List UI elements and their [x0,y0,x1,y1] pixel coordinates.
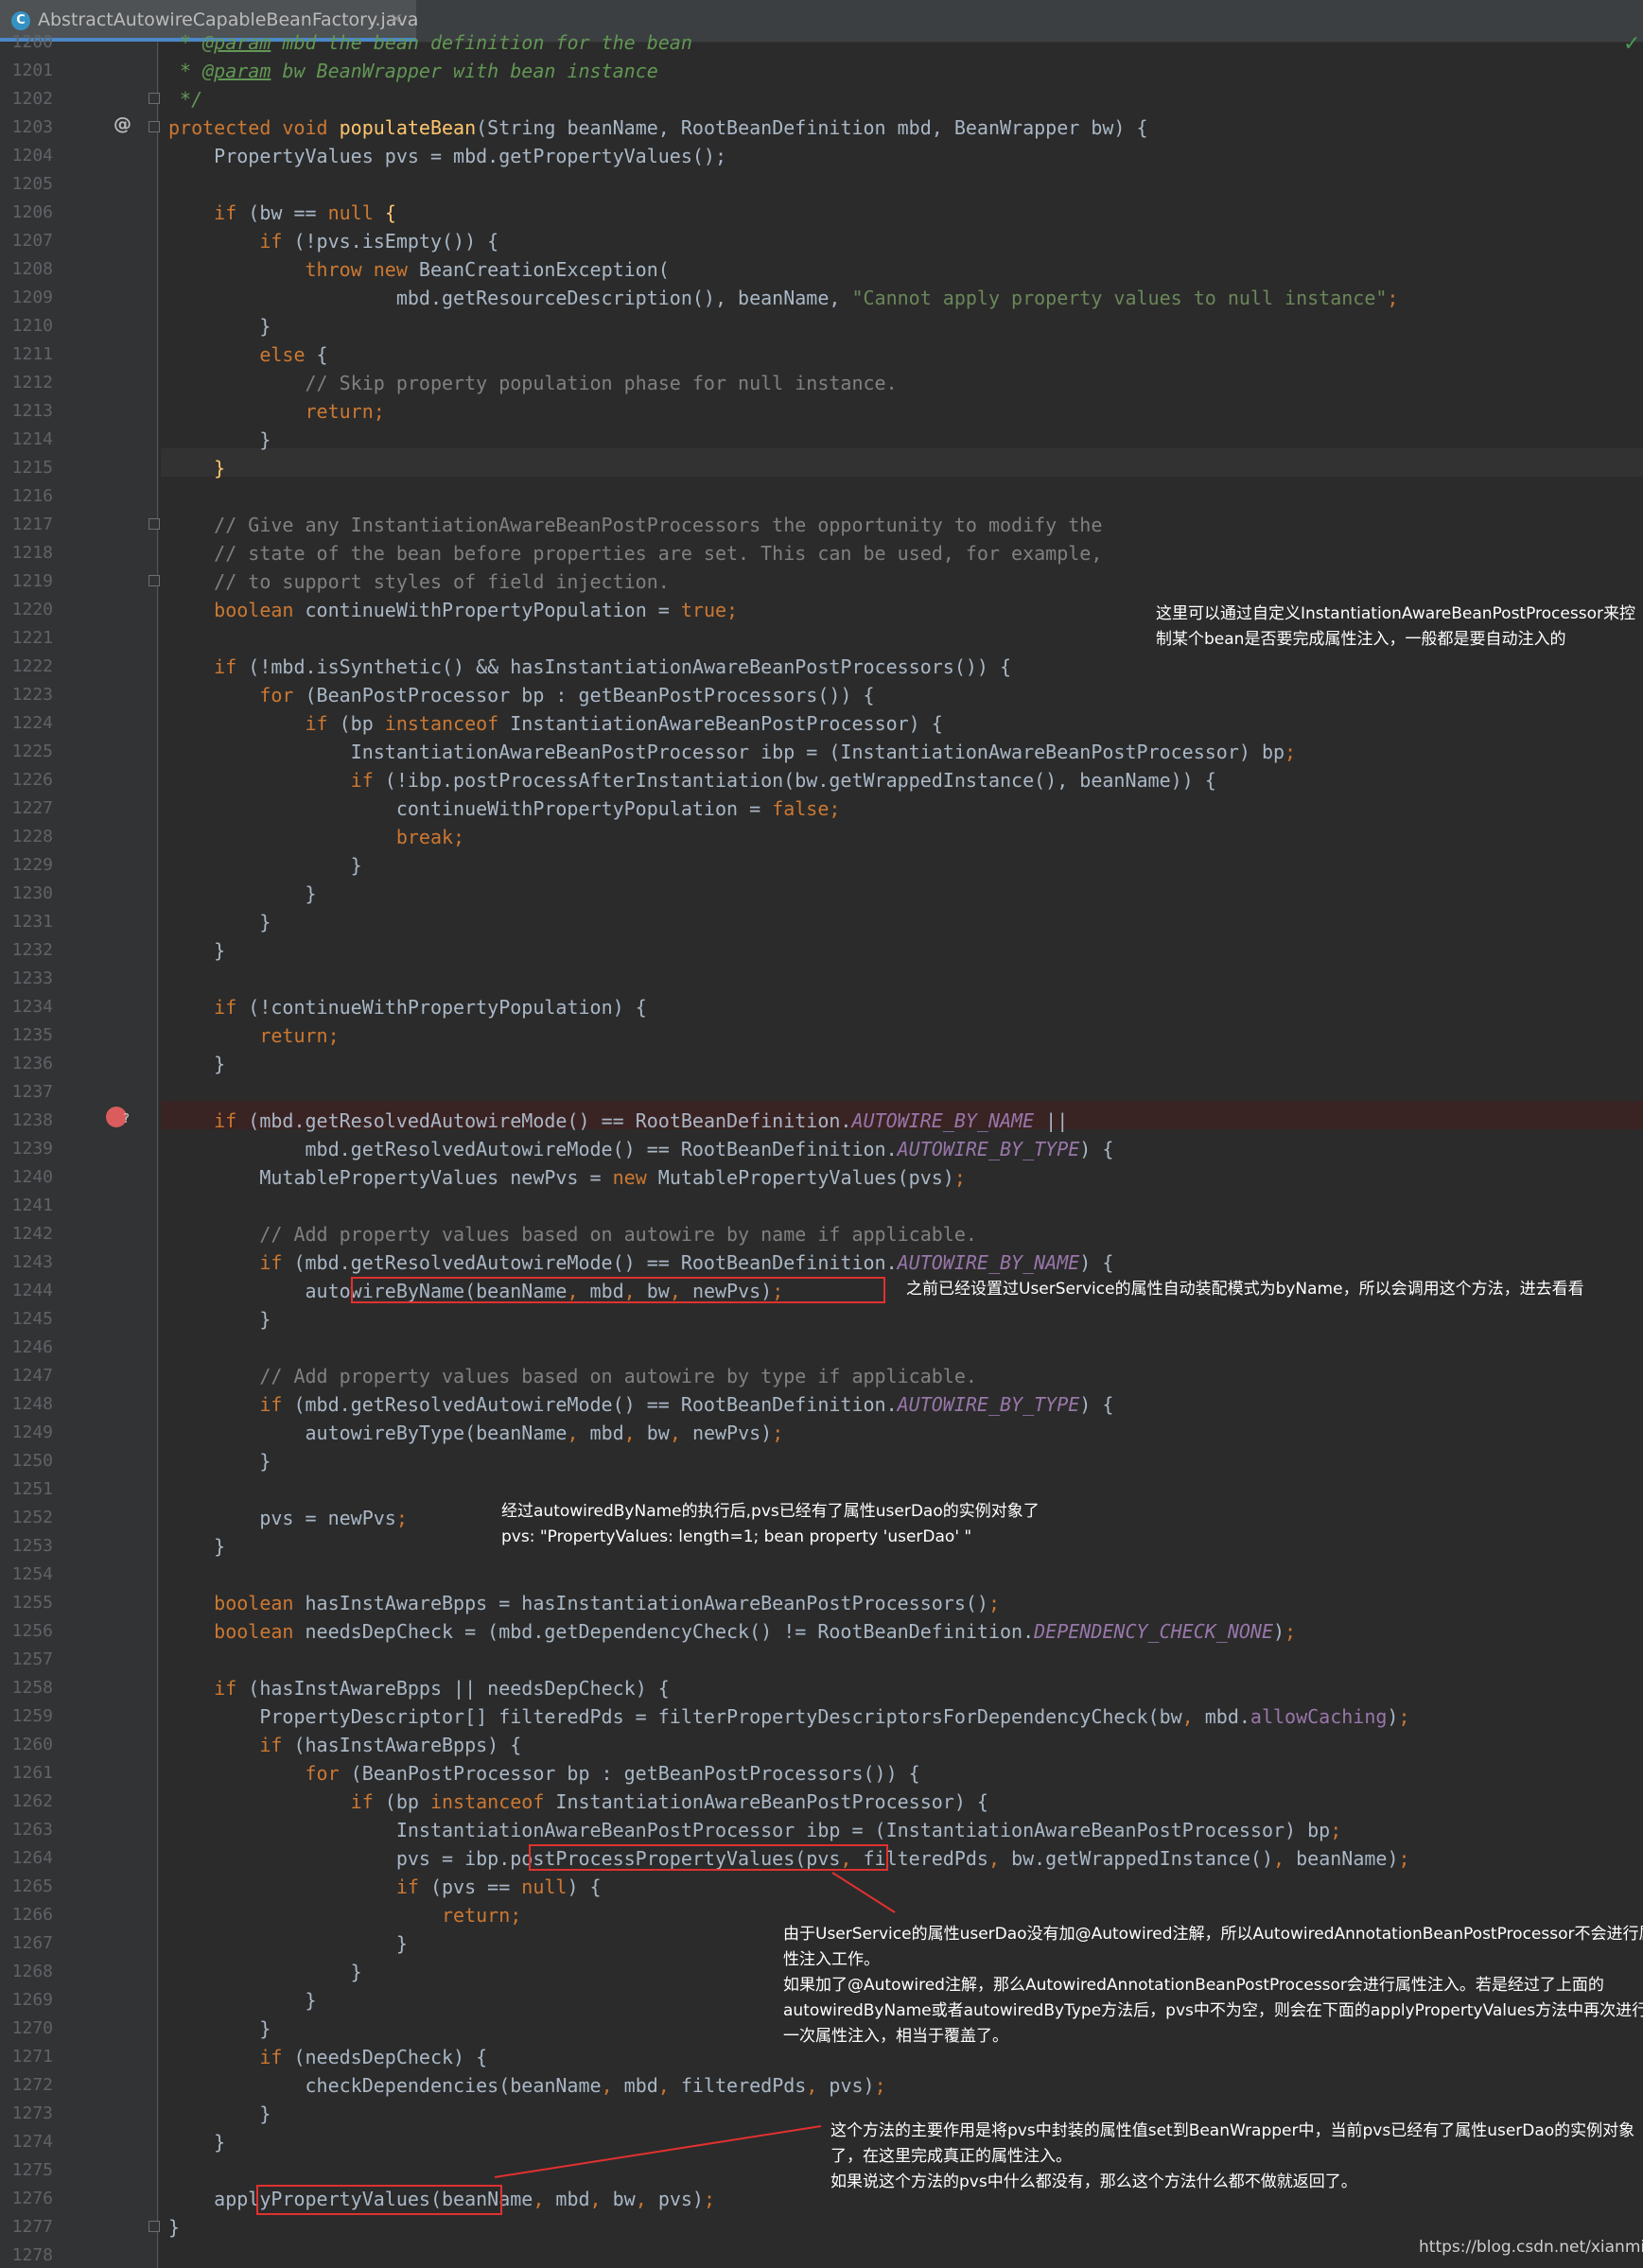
annotation-note-1264: 由于UserService的属性userDao没有加@Autowired注解，所… [783,1922,1643,2050]
note-line: 如果说这个方法的pvs中什么都没有，那么这个方法什么都不做就返回了。 [830,2172,1357,2191]
note-line: 这个方法的主要作用是将pvs中封装的属性值set到BeanWrapper中，当前… [830,2121,1635,2140]
watermark: https://blog.csdn.net/xianmingsu [1419,2238,1643,2257]
annotation-note-1220: 这里可以通过自定义InstantiationAwareBeanPostProce… [1156,602,1635,653]
note-line: 性注入工作。 [783,1950,880,1969]
note-line: 了，在这里完成真正的属性注入。 [830,2147,1072,2166]
note-line: pvs: "PropertyValues: length=1; bean pro… [501,1527,972,1546]
note-line: 如果加了@Autowired注解，那么AutowiredAnnotationBe… [783,1976,1604,1995]
note-line: 由于UserService的属性userDao没有加@Autowired注解，所… [783,1925,1643,1944]
note-line: 经过autowiredByName的执行后,pvs已经有了属性userDao的实… [501,1502,1040,1521]
annotation-note-1252: 经过autowiredByName的执行后,pvs已经有了属性userDao的实… [501,1499,1040,1550]
note-line: autowiredByName或者autowiredByType方法后，pvs中… [783,2001,1643,2020]
note-line: 一次属性注入，相当于覆盖了。 [783,2027,1008,2046]
annotation-note-1244: 之前已经设置过UserService的属性自动装配模式为byName，所以会调用… [906,1277,1584,1302]
arrow-to-note-1264 [831,1872,896,1913]
arrow-to-note-1276 [494,2125,822,2178]
note-line: 之前已经设置过UserService的属性自动装配模式为byName，所以会调用… [906,1280,1584,1299]
note-line: 制某个bean是否要完成属性注入，一般都是要自动注入的 [1156,630,1566,649]
annotation-note-1276: 这个方法的主要作用是将pvs中封装的属性值set到BeanWrapper中，当前… [830,2119,1634,2195]
note-line: 这里可以通过自定义InstantiationAwareBeanPostProce… [1156,604,1635,623]
